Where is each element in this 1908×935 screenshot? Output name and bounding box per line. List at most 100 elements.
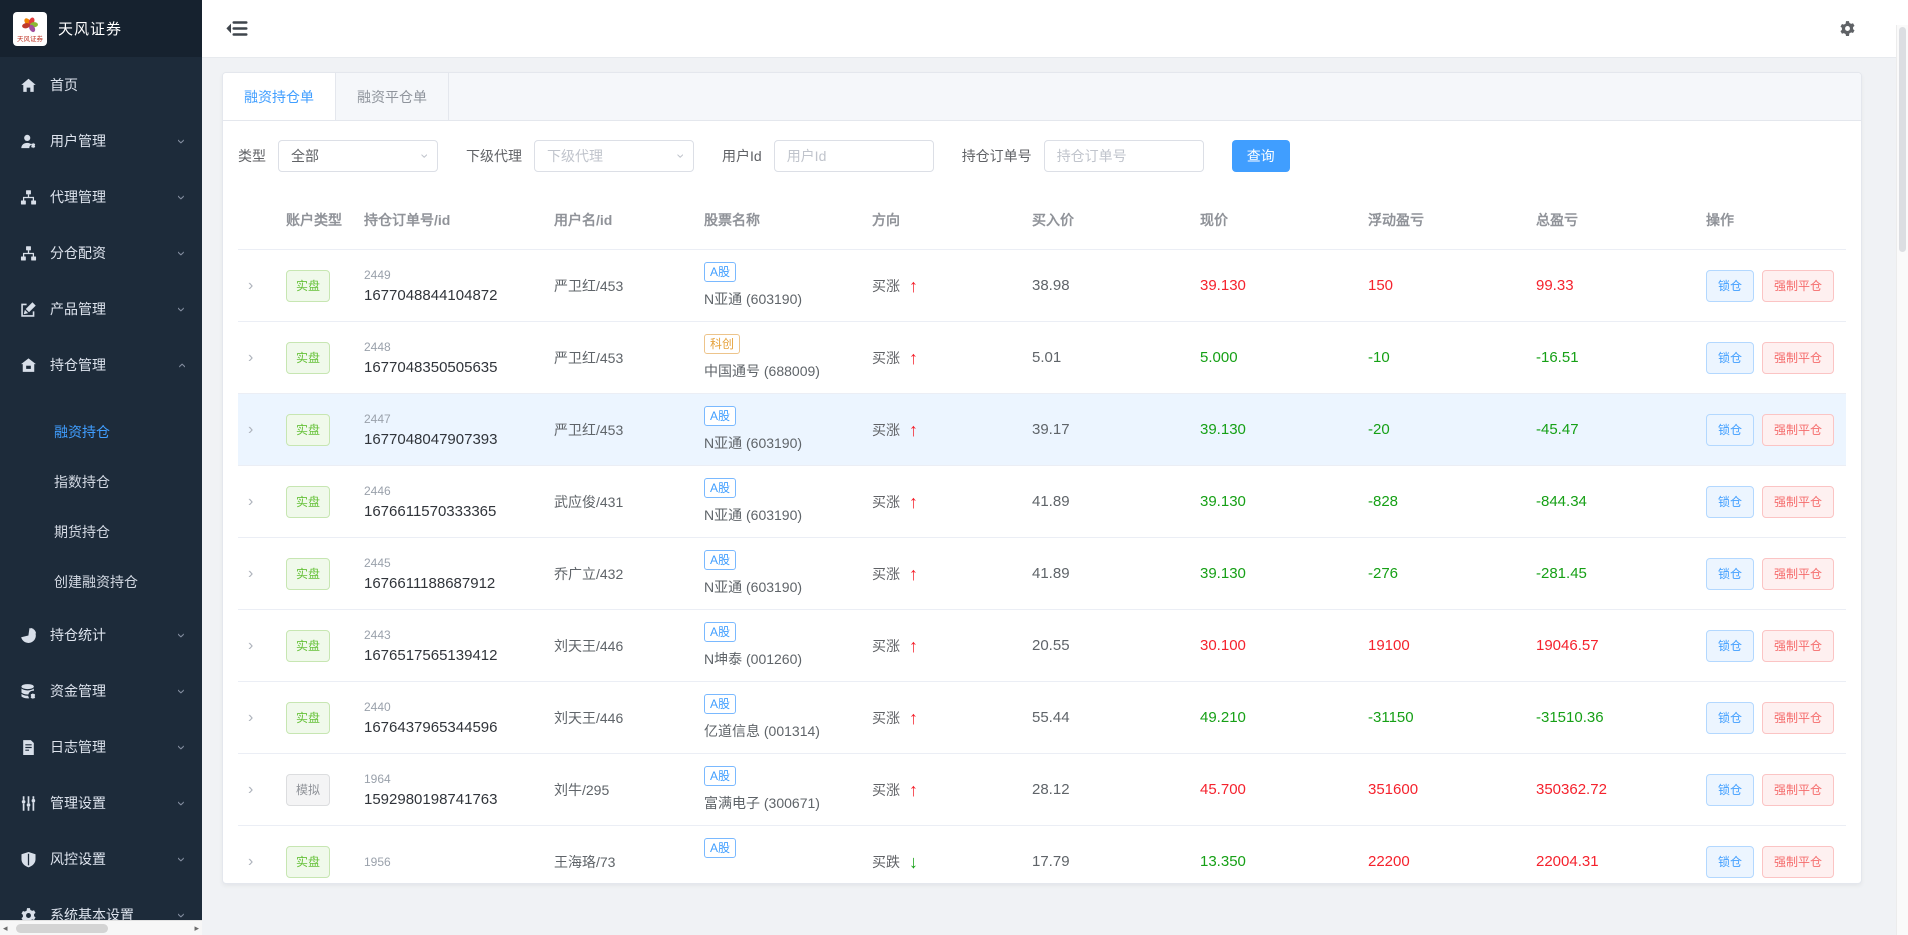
sidebar-horizontal-scrollbar[interactable]: ◂ ▸ [0,920,202,935]
sidebar-item-risk-control-settings[interactable]: 风控设置› [0,831,202,887]
tab-financing-position-orders[interactable]: 融资持仓单 [223,73,336,120]
expand-row-icon[interactable]: › [238,277,286,295]
userid-input-box[interactable] [774,140,934,172]
force-close-button[interactable]: 强制平仓 [1762,630,1834,662]
sliders-icon [20,795,37,812]
sidebar-subitem-index-position[interactable]: 指数持仓 [0,457,202,507]
svg-text:天风证券: 天风证券 [17,34,44,43]
lock-button[interactable]: 锁仓 [1706,702,1754,734]
home-icon [20,77,37,94]
order-no: 2445 [364,553,554,573]
force-close-button[interactable]: 强制平仓 [1762,414,1834,446]
table-row: ›实盘1956王海珞/73A股买跌↓17.7913.3502220022004.… [238,826,1846,884]
sidebar-item-home[interactable]: 首页 [0,57,202,113]
expand-row-icon[interactable]: › [238,637,286,655]
market-tag-wrap: A股 [704,694,872,721]
lock-button[interactable]: 锁仓 [1706,414,1754,446]
expand-row-icon[interactable]: › [238,349,286,367]
sidebar-item-label: 管理设置 [50,793,106,813]
lock-button[interactable]: 锁仓 [1706,342,1754,374]
scroll-left-icon[interactable]: ◂ [3,924,8,933]
force-close-button[interactable]: 强制平仓 [1762,846,1834,878]
type-select-value[interactable] [279,141,437,171]
expand-row-icon[interactable]: › [238,493,286,511]
brand-title: 天风证券 [58,18,122,39]
market-tag: A股 [704,622,736,642]
userid-input[interactable] [775,141,933,171]
total-profit-loss: -16.51 [1536,349,1706,366]
sidebar-item-warehouse-allocation[interactable]: 分仓配资› [0,225,202,281]
gear-icon[interactable] [1839,20,1856,37]
sidebar-item-system-basic-settings[interactable]: 系统基本设置› [0,887,202,920]
scrollbar-thumb[interactable] [1899,27,1906,252]
buy-price: 5.01 [1032,349,1200,366]
buy-price: 39.17 [1032,421,1200,438]
collapse-menu-icon[interactable] [226,20,248,37]
user-icon [20,133,37,150]
user-name: 严卫红/453 [554,420,704,440]
sidebar-item-log-mgmt[interactable]: 日志管理 › [0,719,202,775]
account-type-cell: 实盘 [286,414,364,446]
column-header: 方向 [872,209,1032,231]
agent-select-input[interactable] [535,141,693,171]
user-name: 严卫红/453 [554,276,704,296]
column-header: 账户类型 [286,209,364,231]
expand-row-icon[interactable]: › [238,565,286,583]
sidebar-item-agent-mgmt[interactable]: 代理管理› [0,169,202,225]
chevron-down-icon: › [174,745,189,750]
force-close-button[interactable]: 强制平仓 [1762,486,1834,518]
sidebar-item-label: 代理管理 [50,187,106,207]
force-close-button[interactable]: 强制平仓 [1762,270,1834,302]
orderno-input[interactable] [1045,141,1203,171]
trend-up-icon: ↑ [909,565,918,583]
direction-cell: 买涨↑ [872,420,1032,440]
lock-button[interactable]: 锁仓 [1706,630,1754,662]
order-no: 2448 [364,337,554,357]
expand-row-icon[interactable]: › [238,709,286,727]
stock-name [704,865,872,884]
lock-button[interactable]: 锁仓 [1706,486,1754,518]
agent-select[interactable]: › [534,140,694,172]
force-close-button[interactable]: 强制平仓 [1762,702,1834,734]
expand-row-icon[interactable]: › [238,421,286,439]
orderno-input-box[interactable] [1044,140,1204,172]
tab-financing-close-orders[interactable]: 融资平仓单 [336,73,449,120]
chevron-down-icon: › [174,633,189,638]
force-close-button[interactable]: 强制平仓 [1762,774,1834,806]
sidebar-item-product-mgmt[interactable]: 产品管理› [0,281,202,337]
lock-button[interactable]: 锁仓 [1706,846,1754,878]
account-type-badge: 实盘 [286,846,330,878]
scrollbar-thumb[interactable] [16,924,108,933]
sidebar-item-admin-settings[interactable]: 管理设置› [0,775,202,831]
market-tag: 科创 [704,334,740,354]
force-close-button[interactable]: 强制平仓 [1762,558,1834,590]
type-select[interactable]: › [278,140,438,172]
lock-button[interactable]: 锁仓 [1706,774,1754,806]
market-tag-wrap: A股 [704,406,872,433]
force-close-button[interactable]: 强制平仓 [1762,342,1834,374]
table-body: ›实盘24491677048844104872严卫红/453A股N亚通 (603… [238,250,1846,884]
expand-row-icon[interactable]: › [238,781,286,799]
sidebar-subitem-financing-position[interactable]: 融资持仓 [0,407,202,457]
order-no: 2447 [364,409,554,429]
expand-row-icon[interactable]: › [238,853,286,871]
lock-button[interactable]: 锁仓 [1706,270,1754,302]
sidebar-item-label: 日志管理 [50,737,106,757]
search-button[interactable]: 查询 [1232,140,1290,172]
column-header: 用户名/id [554,209,704,231]
sidebar-item-position-stats[interactable]: 持仓统计› [0,607,202,663]
sidebar-item-user-mgmt[interactable]: 用户管理› [0,113,202,169]
sidebar-subitem-create-financing-position[interactable]: 创建融资持仓 [0,557,202,607]
order-no: 2440 [364,697,554,717]
stock-name: N亚通 (603190) [704,505,872,525]
sidebar-item-funds-mgmt[interactable]: 资金管理› [0,663,202,719]
chevron-up-icon: › [174,363,189,368]
scroll-right-icon[interactable]: ▸ [194,924,199,933]
market-tag-wrap: A股 [704,262,872,289]
lock-button[interactable]: 锁仓 [1706,558,1754,590]
account-type-cell: 实盘 [286,486,364,518]
sidebar-item-position-mgmt[interactable]: 持仓管理› [0,337,202,393]
sidebar-subitem-futures-position[interactable]: 期货持仓 [0,507,202,557]
orderno-filter-label: 持仓订单号 [962,146,1032,166]
vertical-scrollbar[interactable] [1896,25,1908,935]
